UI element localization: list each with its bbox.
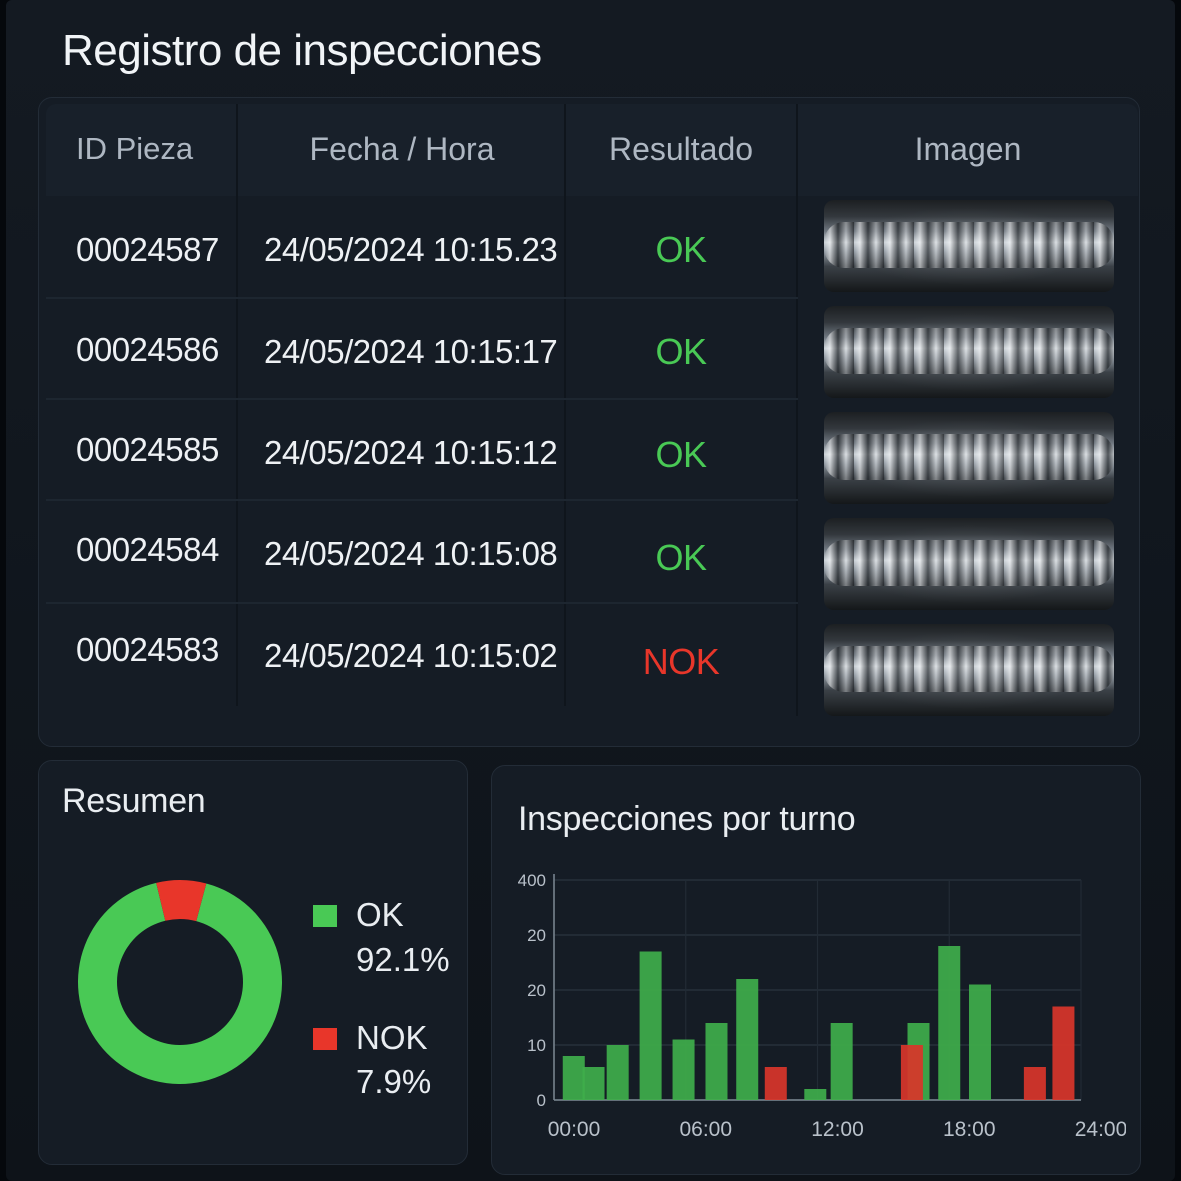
bar-ok (582, 1067, 605, 1100)
x-tick-label: 18:00 (943, 1118, 996, 1141)
donut-chart (77, 880, 282, 1084)
piece-id: 00024586 (76, 331, 219, 368)
app-screen: Registro de inspecciones ID Pieza Fecha … (6, 0, 1175, 1181)
inspection-datetime: 24/05/2024 10:15:02 (264, 637, 558, 674)
inspection-datetime: 24/05/2024 10:15:12 (264, 434, 558, 471)
legend-ok-label: OK (356, 896, 404, 933)
bar-ok (639, 951, 662, 1100)
summary-title: Resumen (62, 782, 206, 820)
x-tick-label: 12:00 (811, 1118, 864, 1141)
page-title: Registro de inspecciones (62, 26, 542, 75)
bar-ok (938, 946, 961, 1100)
piece-id: 00024585 (76, 431, 219, 468)
x-tick-label: 06:00 (679, 1118, 732, 1141)
column-header-datetime[interactable]: Fecha / Hora (238, 104, 566, 194)
piece-id: 00024584 (76, 531, 219, 568)
piece-image-thumbnail[interactable] (824, 200, 1114, 292)
column-header-image[interactable]: Imagen (798, 104, 1138, 194)
inspection-datetime: 24/05/2024 10:15.23 (264, 231, 558, 268)
result-ok: OK (655, 331, 707, 372)
result-nok: NOK (642, 641, 720, 682)
bar-ok (830, 1023, 853, 1100)
bar-nok (1052, 1006, 1075, 1100)
column-divider (236, 104, 238, 706)
column-header-result[interactable]: Resultado (566, 104, 796, 194)
column-header-id[interactable]: ID Pieza (48, 104, 218, 194)
bar-ok (968, 984, 991, 1100)
x-tick-label: 00:00 (548, 1118, 601, 1141)
x-tick-label: 24:00 (1075, 1118, 1126, 1141)
result-ok: OK (655, 537, 707, 578)
legend-nok-swatch (313, 1028, 337, 1050)
bar-ok (562, 1056, 585, 1100)
result-ok: OK (655, 229, 707, 270)
y-tick-label: 0 (537, 1091, 546, 1110)
piece-id: 00024587 (76, 231, 219, 268)
y-tick-label: 400 (518, 871, 546, 890)
bar-nok (1023, 1067, 1046, 1100)
column-divider (796, 104, 798, 716)
legend-nok-value: 7.9% (356, 1063, 432, 1100)
legend-ok-value: 92.1% (356, 941, 450, 978)
chart-title: Inspecciones por turno (518, 800, 856, 838)
bar-ok (804, 1089, 827, 1100)
bar-ok (672, 1039, 695, 1100)
piece-image-thumbnail[interactable] (824, 624, 1114, 716)
legend-nok-label: NOK (356, 1019, 428, 1056)
bar-nok (764, 1067, 787, 1100)
y-tick-label: 10 (527, 1036, 546, 1055)
piece-image-thumbnail[interactable] (824, 412, 1114, 504)
bar-ok (736, 979, 759, 1100)
piece-image-thumbnail[interactable] (824, 306, 1114, 398)
result-ok: OK (655, 434, 707, 475)
y-tick-label: 20 (527, 926, 546, 945)
bar-ok (606, 1045, 629, 1100)
bar-chart: 0 10 20 20 400 00:00 06:00 12:00 18:00 24:00 (518, 871, 1126, 1141)
legend-ok-swatch (313, 905, 337, 927)
piece-image-thumbnail[interactable] (824, 518, 1114, 610)
y-tick-label: 20 (527, 981, 546, 1000)
bar-ok (705, 1023, 728, 1100)
inspection-datetime: 24/05/2024 10:15:17 (264, 333, 558, 370)
inspection-datetime: 24/05/2024 10:15:08 (264, 535, 558, 572)
piece-id: 00024583 (76, 631, 219, 668)
bar-nok (900, 1045, 923, 1100)
